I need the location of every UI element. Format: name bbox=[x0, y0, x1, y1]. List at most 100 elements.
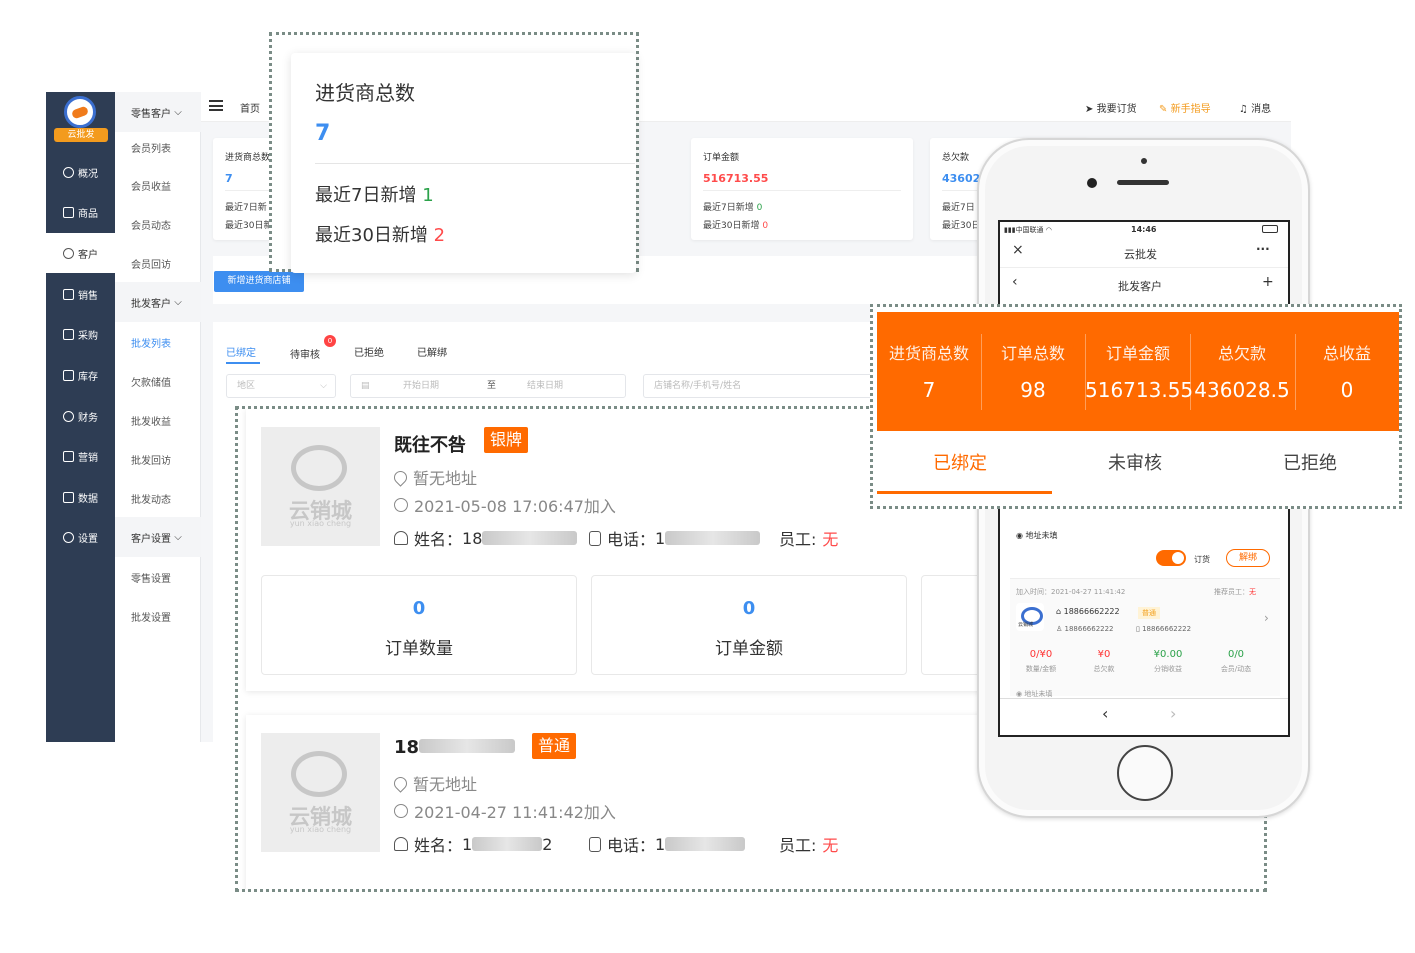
composite-screenshot: 云批发 概况 商品 客户 销售 采购 库存 财务 营销 数据 设置 零售客户 ⌵… bbox=[0, 0, 1415, 953]
unbind-button[interactable]: 解绑 bbox=[1226, 549, 1270, 567]
nav-label: 营销 bbox=[78, 452, 98, 464]
nav-goods[interactable]: 商品 bbox=[46, 192, 115, 232]
phone-camera bbox=[1087, 178, 1097, 188]
stat-detail-label: 最近30日新增 bbox=[703, 221, 760, 231]
logo-badge: 云批发 bbox=[54, 128, 108, 142]
nav-settings[interactable]: 设置 bbox=[46, 517, 115, 557]
nav-data[interactable]: 数据 bbox=[46, 477, 115, 517]
zoom-last7: 最近7日新增 1 bbox=[315, 181, 434, 207]
shop-icon: ⌂ bbox=[1056, 607, 1062, 616]
tab-rejected[interactable]: 已拒绝 bbox=[1283, 449, 1337, 475]
customer-item[interactable]: 加入时间：2021-04-27 11:41:42 推荐员工：无 云销城 ⌂ 18… bbox=[1010, 578, 1280, 698]
phone-prefix: 1 bbox=[655, 528, 666, 548]
date-range-picker[interactable]: ▤ 开始日期 至 结束日期 bbox=[350, 374, 626, 398]
menu-icon[interactable] bbox=[209, 100, 223, 111]
subnav-item[interactable]: 会员回访 bbox=[131, 256, 171, 271]
staff-label: 员工: bbox=[779, 530, 817, 549]
subnav-item[interactable]: 批发动态 bbox=[131, 491, 171, 506]
subnav-item[interactable]: 批发收益 bbox=[131, 413, 171, 428]
subnav-item[interactable]: 会员收益 bbox=[131, 178, 171, 193]
stat-value: 0/0 bbox=[1227, 649, 1245, 660]
nav-purchase[interactable]: 采购 bbox=[46, 314, 115, 354]
region-select[interactable]: 地区 ⌵ bbox=[226, 374, 336, 398]
metric-label: 订单金额 bbox=[715, 639, 783, 659]
stat-value: 0/¥0 bbox=[1029, 649, 1053, 660]
bell-icon: ♫ bbox=[1239, 104, 1248, 115]
back-icon[interactable]: ‹ bbox=[1012, 274, 1018, 290]
subnav-item[interactable]: 会员列表 bbox=[131, 140, 171, 155]
document-icon bbox=[63, 288, 74, 300]
customer-phone: 电话： 1 bbox=[589, 832, 746, 856]
order-toggle[interactable] bbox=[1156, 550, 1186, 566]
tab-bound[interactable]: 已绑定 bbox=[226, 344, 256, 359]
order-link[interactable]: ➤ 我要订货 bbox=[1085, 100, 1137, 115]
customer-contact-name: 姓名： 18 bbox=[394, 526, 578, 550]
customer-phone-text: 18866662222 bbox=[1063, 607, 1120, 616]
browser-back-icon[interactable]: ‹ bbox=[1102, 704, 1108, 723]
nav-overview[interactable]: 概况 bbox=[46, 152, 115, 192]
add-icon[interactable]: + bbox=[1262, 274, 1274, 290]
stats-bar: 进货商总数 7 订单总数 98 订单金额 516713.55 总欠款 436028.5 … bbox=[877, 312, 1399, 431]
breadcrumb-home[interactable]: 首页 bbox=[240, 100, 260, 115]
subnav-group-settings[interactable]: 客户设置 ⌵ bbox=[115, 517, 201, 557]
wifi-icon: ◠ bbox=[1045, 226, 1052, 234]
tab-unbound[interactable]: 已解绑 bbox=[417, 344, 447, 359]
subnav-item-wholesale-list[interactable]: 批发列表 bbox=[131, 335, 171, 350]
battery-icon bbox=[1262, 225, 1278, 233]
guide-link[interactable]: ✎ 新手指导 bbox=[1159, 100, 1211, 115]
more-icon[interactable]: ··· bbox=[1256, 242, 1270, 256]
customer-staff: 员工: 无 bbox=[779, 832, 838, 856]
person-icon: ♙ bbox=[1056, 625, 1063, 633]
name-prefix: 18 bbox=[462, 528, 483, 548]
staff-label: 员工: bbox=[779, 836, 817, 855]
stat-card-order-amount: 订单金额 516713.55 最近7日新增 0 最近30日新增 0 bbox=[691, 138, 913, 240]
nav-marketing[interactable]: 营销 bbox=[46, 436, 115, 476]
subnav-group-wholesale[interactable]: 批发客户 ⌵ bbox=[115, 282, 201, 322]
stat-cell-income: 总收益 0 bbox=[1295, 312, 1399, 431]
tab-bound[interactable]: 已绑定 bbox=[933, 449, 987, 475]
subnav-item[interactable]: 批发回访 bbox=[131, 452, 171, 467]
nav-stock[interactable]: 库存 bbox=[46, 355, 115, 395]
phone-icon bbox=[589, 836, 601, 852]
tab-rejected[interactable]: 已拒绝 bbox=[354, 344, 384, 359]
join-time: 加入时间：2021-04-27 11:41:42 bbox=[1016, 588, 1126, 596]
subnav-item[interactable]: 批发设置 bbox=[131, 609, 171, 624]
subnav-item[interactable]: 会员动态 bbox=[131, 217, 171, 232]
stat-detail: 最近7日新 bbox=[225, 203, 267, 213]
stat-debt: ¥0 总欠款 bbox=[1074, 649, 1134, 674]
address-text: 地址未填 bbox=[1024, 690, 1053, 698]
staff-value: 无 bbox=[822, 836, 839, 855]
browser-forward-icon[interactable]: › bbox=[1170, 704, 1176, 723]
nav-label: 财务 bbox=[78, 412, 98, 424]
tab-unreviewed[interactable]: 未审核 bbox=[1108, 449, 1162, 475]
main-sidebar: 云批发 概况 商品 客户 销售 采购 库存 财务 营销 数据 设置 bbox=[46, 92, 115, 742]
add-supplier-button[interactable]: 新增进货商店铺 bbox=[214, 271, 304, 292]
nav-label: 商品 bbox=[78, 208, 98, 220]
level-badge: 银牌 bbox=[484, 427, 529, 453]
guide-link-label: 新手指导 bbox=[1170, 104, 1211, 115]
order-link-label: 我要订货 bbox=[1096, 104, 1137, 115]
stat-value: 98 bbox=[1020, 378, 1046, 402]
close-icon[interactable]: × bbox=[1012, 242, 1024, 258]
stat-title: 进货商总数 bbox=[225, 153, 271, 163]
name-label: 姓名： bbox=[414, 836, 463, 855]
nav-customer[interactable]: 客户 bbox=[46, 233, 115, 273]
stat-members: 0/0 会员/动态 bbox=[1206, 649, 1266, 674]
nav-sales[interactable]: 销售 bbox=[46, 274, 115, 314]
home-button[interactable] bbox=[1117, 745, 1173, 801]
subnav-item[interactable]: 零售设置 bbox=[131, 570, 171, 585]
message-link[interactable]: ♫ 消息 bbox=[1239, 100, 1271, 115]
page-header: ‹ 批发客户 + bbox=[1000, 270, 1288, 298]
order-toggle-label: 订货 bbox=[1194, 555, 1210, 564]
person-icon bbox=[394, 531, 408, 545]
referrer-value: 无 bbox=[1249, 588, 1256, 596]
subnav-group-retail[interactable]: 零售客户 ⌵ bbox=[115, 92, 201, 132]
stat-value: 0 bbox=[1340, 378, 1354, 402]
chevron-down-icon: ⌵ bbox=[174, 531, 182, 543]
tab-pending[interactable]: 待审核 bbox=[290, 346, 320, 361]
stat-label: 总欠款 bbox=[1093, 665, 1115, 673]
subnav-item[interactable]: 欠款储值 bbox=[131, 374, 171, 389]
stat-detail: 最近30日新增 0 bbox=[703, 218, 768, 231]
zoom-last30-value: 2 bbox=[433, 225, 446, 246]
nav-finance[interactable]: 财务 bbox=[46, 396, 115, 436]
